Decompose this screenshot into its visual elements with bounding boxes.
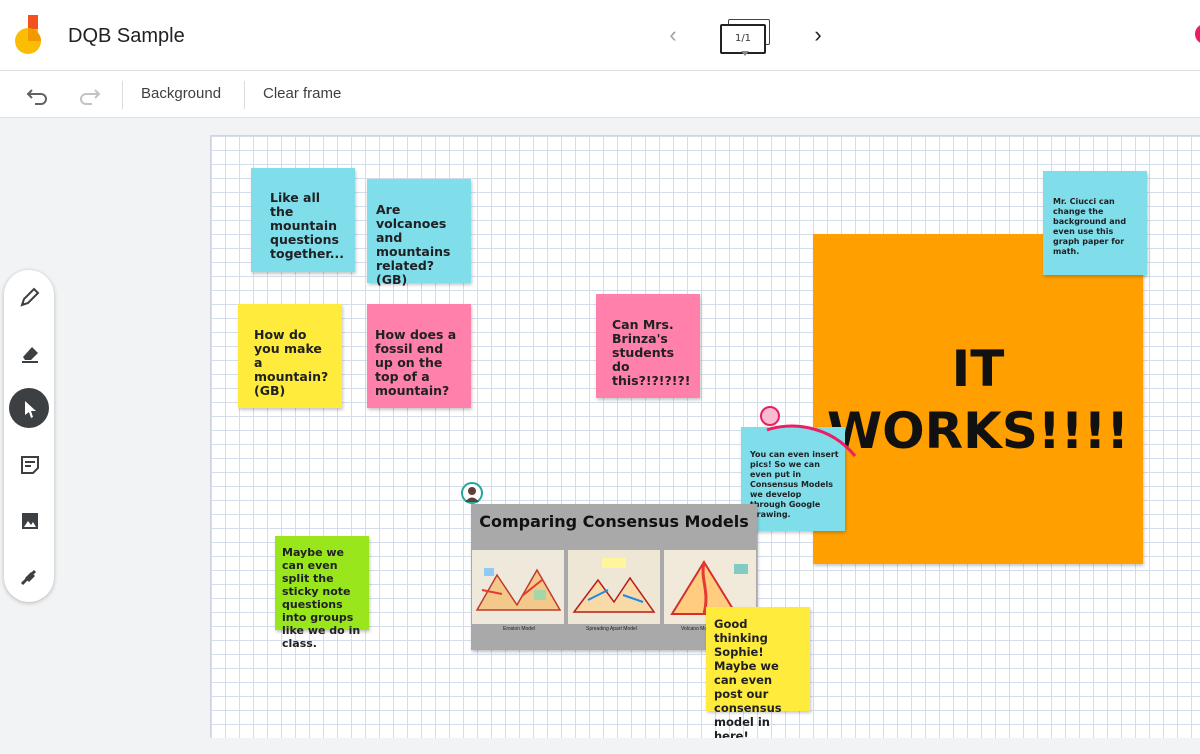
chevron-left-icon[interactable]: ‹ (660, 22, 686, 48)
sticky-note[interactable]: How do you make a mountain? (GB) (238, 304, 342, 408)
sticky-note[interactable]: Can Mrs. Brinza's students do this?!?!?!… (596, 294, 700, 398)
image-caption: Erosion Model (503, 626, 535, 632)
sticky-note-text: Mr. Ciucci can change the background and… (1053, 197, 1127, 256)
sticky-note-text: Like all the mountain questions together… (270, 190, 344, 261)
sticky-note[interactable]: Mr. Ciucci can change the background and… (1043, 171, 1147, 275)
jamboard-canvas[interactable]: Like all the mountain questions together… (210, 135, 1200, 738)
sticky-note-text: Maybe we can even split the sticky note … (282, 546, 361, 650)
sticky-note-text: How do you make a mountain? (GB) (254, 327, 329, 398)
document-title[interactable]: DQB Sample (68, 25, 185, 48)
image-caption: Spreading Apart Model (586, 626, 637, 632)
chevron-right-icon[interactable]: › (805, 22, 831, 48)
app-header: DQB Sample ‹ 1/1 › (0, 0, 1200, 71)
select-pointer-icon[interactable] (9, 388, 49, 428)
sticky-note-large[interactable]: IT WORKS!!!! (813, 234, 1143, 564)
frame-switcher-button[interactable]: 1/1 (720, 19, 770, 56)
sticky-note-text: How does a fossil end up on the top of a… (375, 327, 457, 398)
undo-icon[interactable] (23, 79, 53, 109)
sticky-note-icon[interactable] (9, 444, 49, 484)
image-panel (568, 550, 660, 624)
redo-icon[interactable] (74, 79, 104, 109)
sticky-note[interactable]: How does a fossil end up on the top of a… (367, 304, 471, 408)
sticky-note[interactable]: Like all the mountain questions together… (251, 168, 355, 272)
jamboard-logo-icon (14, 15, 44, 55)
sticky-note[interactable]: Good thinking Sophie! Maybe we can even … (706, 607, 810, 738)
board-toolbar: Background Clear frame (0, 71, 1200, 118)
collaborator-pin-icon (760, 406, 780, 426)
sticky-note-text: Are volcanoes and mountains related? (GB… (376, 202, 451, 287)
image-icon[interactable] (9, 500, 49, 540)
sticky-note-text: Can Mrs. Brinza's students do this?!?!?!… (612, 317, 691, 388)
big-note-text: IT WORKS!!!! (813, 338, 1143, 462)
laser-icon[interactable] (9, 556, 49, 596)
collaborator-pin-icon (461, 482, 483, 504)
eraser-icon[interactable] (9, 332, 49, 372)
toolbar-divider (122, 81, 123, 109)
background-button[interactable]: Background (141, 85, 221, 102)
caret-down-icon (741, 51, 749, 56)
big-note-line: IT (951, 340, 1005, 398)
sticky-note[interactable]: Are volcanoes and mountains related? (GB… (367, 179, 471, 287)
frame-counter: 1/1 (720, 24, 766, 54)
image-panel (472, 550, 564, 624)
tool-palette (4, 270, 54, 602)
toolbar-divider (244, 81, 245, 109)
sticky-note-text: Good thinking Sophie! Maybe we can even … (714, 617, 782, 738)
image-title: Comparing Consensus Models (479, 512, 749, 531)
clear-frame-button[interactable]: Clear frame (263, 85, 341, 102)
pen-icon[interactable] (9, 276, 49, 316)
avatar[interactable] (1195, 24, 1200, 44)
sticky-note[interactable]: Maybe we can even split the sticky note … (275, 536, 369, 650)
big-note-line: WORKS!!!! (826, 402, 1130, 460)
